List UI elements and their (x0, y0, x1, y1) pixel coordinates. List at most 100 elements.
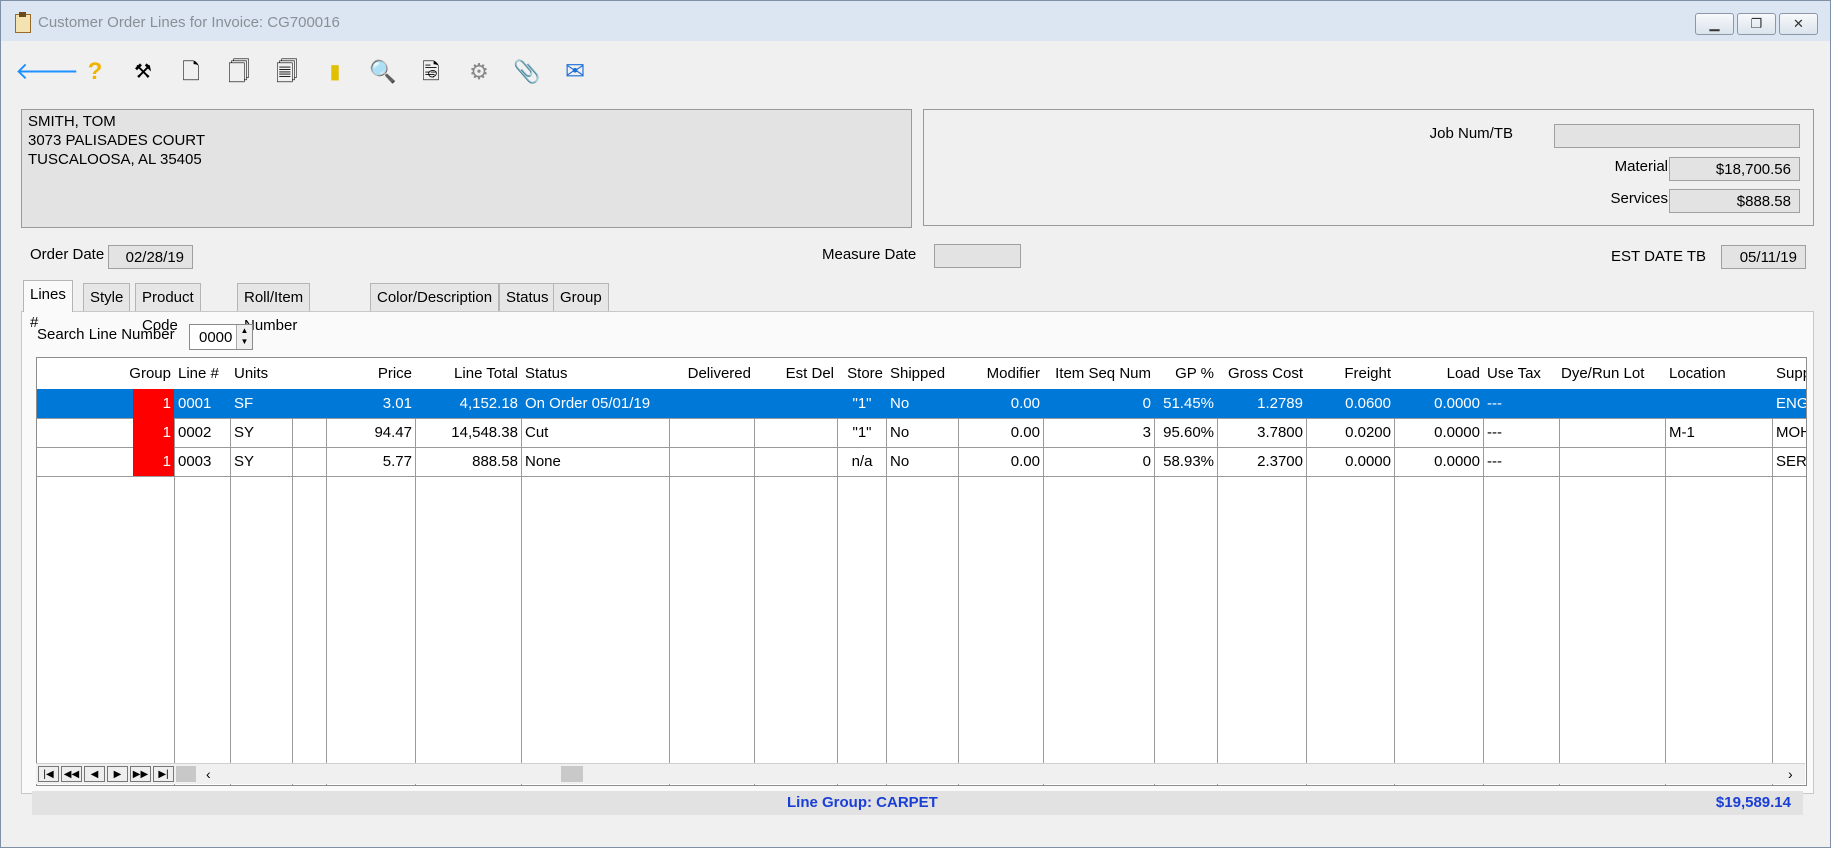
cell-gross-cost: 1.2789 (1257, 395, 1303, 412)
note-icon[interactable]: ▮ (315, 52, 355, 92)
next-record-icon[interactable]: ▶ (107, 766, 128, 782)
col-header-modifier[interactable]: Modifier (959, 358, 1043, 389)
gear-icon[interactable]: ⚙ (459, 52, 499, 92)
next-page-icon[interactable]: ▶▶ (130, 766, 151, 782)
col-header-price[interactable]: Price (327, 358, 415, 389)
cell-line: 0001 (178, 395, 212, 412)
cell-modifier: 0.00 (1010, 424, 1040, 441)
services-field: $888.58 (1669, 189, 1800, 213)
col-header-status[interactable]: Status (522, 358, 669, 389)
status-bar: Line Group: CARPET $19,589.14 (32, 791, 1803, 815)
est-date-field[interactable]: 05/11/19 (1721, 245, 1806, 269)
cell-line: 0002 (178, 424, 212, 441)
last-record-icon[interactable]: ▶| (153, 766, 174, 782)
close-button[interactable]: ✕ (1779, 13, 1818, 35)
customer-address-panel: SMITH, TOM 3073 PALISADES COURT TUSCALOO… (21, 109, 912, 228)
cell-group: 1 (133, 389, 174, 418)
grid-horizontal-scrollbar[interactable]: |◀ ◀◀ ◀ ▶ ▶▶ ▶| ‹ › (36, 763, 1805, 784)
back-arrow-icon[interactable]: 🡐 (15, 52, 79, 92)
col-header-store[interactable]: Store (838, 358, 886, 389)
tab-group[interactable]: Group (553, 283, 609, 311)
measure-date-field[interactable] (934, 244, 1021, 268)
cell-supplier: MOH (1776, 424, 1806, 441)
header-row: Group Line # Units Price Line Total Stat… (37, 358, 1806, 390)
cell-gp: 95.60% (1163, 424, 1214, 441)
cell-store: "1" (852, 395, 872, 412)
stepper-arrows-icon[interactable]: ▲ ▼ (236, 325, 252, 349)
report-icon[interactable]: 🗟 (411, 52, 451, 92)
cell-line-total: 4,152.18 (459, 395, 518, 412)
cell-group: 1 (133, 447, 174, 476)
col-header-blank[interactable] (293, 358, 326, 389)
measure-date-label: Measure Date (822, 246, 917, 263)
cell-price: 3.01 (382, 395, 412, 412)
col-header-load[interactable]: Load (1395, 358, 1483, 389)
cell-units: SY (234, 453, 255, 470)
document-icon-1[interactable]: 🗋 (171, 52, 211, 92)
tab-product-code[interactable]: Product Code (135, 283, 201, 334)
cell-modifier: 0.00 (1010, 395, 1040, 412)
col-header-location[interactable]: Location (1666, 358, 1772, 389)
table-row[interactable]: 1 0001 SF 3.01 4,152.18 On Order 05/01/1… (37, 389, 1806, 419)
clipboard-icon (15, 12, 31, 33)
col-header-group[interactable]: Group (37, 358, 174, 389)
tools-icon[interactable]: ⚒ (123, 52, 163, 92)
col-header-units[interactable]: Units (231, 358, 292, 389)
col-header-delivered[interactable]: Delivered (670, 358, 754, 389)
table-row[interactable]: 1 0003 SY 5.77 888.58 None n/a No 0.00 0… (37, 447, 1806, 477)
previous-record-icon[interactable]: ◀ (84, 766, 105, 782)
cell-line-total: 888.58 (472, 453, 518, 470)
app-window: Customer Order Lines for Invoice: CG7000… (0, 0, 1831, 848)
col-header-dye-run-lot[interactable]: Dye/Run Lot (1560, 358, 1665, 389)
cell-store: "1" (852, 424, 872, 441)
scroll-gap (176, 766, 196, 782)
col-header-gp[interactable]: GP % (1155, 358, 1217, 389)
restore-button[interactable]: ❐ (1737, 13, 1776, 35)
minimize-button[interactable]: ▁ (1695, 13, 1734, 35)
search-icon[interactable]: 🔍 (363, 52, 403, 92)
col-header-item-seq[interactable]: Item Seq Num (1044, 358, 1154, 389)
col-header-freight[interactable]: Freight (1307, 358, 1394, 389)
tab-roll-item-number[interactable]: Roll/Item Number (237, 283, 311, 334)
email-icon[interactable]: ✉ (555, 52, 595, 92)
cell-gross-cost: 2.3700 (1257, 453, 1303, 470)
attachment-icon[interactable]: 📎 (507, 52, 547, 92)
order-date-field[interactable]: 02/28/19 (108, 245, 193, 269)
cell-load: 0.0000 (1434, 424, 1480, 441)
scroll-thumb[interactable] (561, 766, 583, 782)
document-icon-3[interactable]: 🗐 (267, 52, 307, 92)
cell-load: 0.0000 (1434, 395, 1480, 412)
table-row[interactable]: 1 0002 SY 94.47 14,548.38 Cut "1" No 0.0… (37, 418, 1806, 448)
help-icon[interactable]: ? (75, 52, 115, 92)
cell-modifier: 0.00 (1010, 453, 1040, 470)
previous-page-icon[interactable]: ◀◀ (61, 766, 82, 782)
line-group-label: Line Group: CARPET (787, 794, 938, 811)
col-header-line-total[interactable]: Line Total (416, 358, 521, 389)
cell-units: SF (234, 395, 254, 412)
document-icon-2[interactable]: 🗍 (219, 52, 259, 92)
search-line-stepper[interactable]: 0000 ▲ ▼ (189, 324, 253, 350)
scroll-right-icon[interactable]: › (1788, 764, 1793, 784)
tab-lines[interactable]: Lines # (23, 280, 73, 331)
first-record-icon[interactable]: |◀ (38, 766, 59, 782)
col-header-line[interactable]: Line # (175, 358, 230, 389)
cell-gross-cost: 3.7800 (1257, 424, 1303, 441)
col-header-gross-cost[interactable]: Gross Cost (1218, 358, 1306, 389)
est-date-label: EST DATE TB (1611, 248, 1707, 265)
col-header-est-del[interactable]: Est Del (755, 358, 837, 389)
col-header-use-tax[interactable]: Use Tax (1484, 358, 1559, 389)
tab-style[interactable]: Style (83, 283, 131, 311)
job-num-field[interactable] (1554, 124, 1800, 148)
cell-store: n/a (851, 453, 873, 470)
summary-panel: Job Num/TB Material $18,700.56 Services … (923, 109, 1814, 226)
col-header-supplier[interactable]: Supp (1773, 358, 1806, 389)
col-header-shipped[interactable]: Shipped (887, 358, 958, 389)
material-label: Material (1614, 158, 1668, 175)
tab-status[interactable]: Status (499, 283, 556, 311)
cell-gp: 58.93% (1163, 453, 1214, 470)
cell-units: SY (234, 424, 255, 441)
tab-color-description[interactable]: Color/Description (370, 283, 500, 311)
cell-shipped: No (890, 395, 910, 412)
scroll-left-icon[interactable]: ‹ (206, 764, 211, 784)
cell-price: 5.77 (382, 453, 412, 470)
